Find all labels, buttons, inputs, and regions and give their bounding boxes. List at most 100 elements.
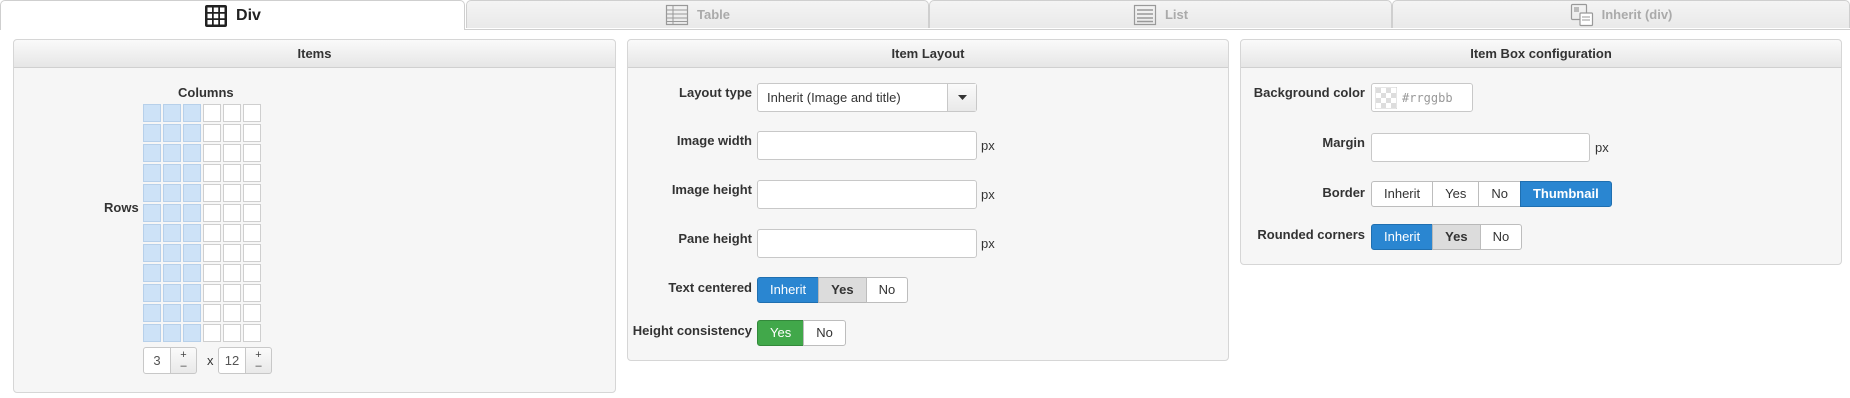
grid-cell[interactable] xyxy=(243,184,261,202)
grid-cell[interactable] xyxy=(203,124,221,142)
grid-cell[interactable] xyxy=(143,324,161,342)
rows-decrement-button[interactable]: – xyxy=(255,360,261,372)
grid-cell[interactable] xyxy=(243,164,261,182)
grid-cell[interactable] xyxy=(223,264,241,282)
text-centered-no-button[interactable]: No xyxy=(865,277,909,303)
grid-cell[interactable] xyxy=(203,284,221,302)
text-centered-toggle[interactable]: Inherit Yes No xyxy=(757,277,909,303)
grid-cell[interactable] xyxy=(183,324,201,342)
height-consistency-no-button[interactable]: No xyxy=(803,320,846,346)
border-yes-button[interactable]: Yes xyxy=(1432,181,1480,207)
rows-stepper-buttons[interactable]: + – xyxy=(246,347,272,374)
grid-cell[interactable] xyxy=(163,184,181,202)
grid-cell[interactable] xyxy=(203,304,221,322)
grid-cell[interactable] xyxy=(243,124,261,142)
grid-cell[interactable] xyxy=(203,164,221,182)
columns-stepper-buttons[interactable]: + – xyxy=(171,347,197,374)
grid-cell[interactable] xyxy=(223,304,241,322)
grid-cell[interactable] xyxy=(183,184,201,202)
grid-cell[interactable] xyxy=(163,244,181,262)
grid-cell[interactable] xyxy=(163,204,181,222)
grid-cell[interactable] xyxy=(183,144,201,162)
rows-stepper[interactable]: 12 + – xyxy=(218,347,272,374)
text-centered-inherit-button[interactable]: Inherit xyxy=(757,277,820,303)
height-consistency-toggle[interactable]: Yes No xyxy=(757,320,846,346)
grid-cell[interactable] xyxy=(163,164,181,182)
chevron-down-icon[interactable] xyxy=(947,84,976,111)
columns-increment-button[interactable]: + xyxy=(180,349,186,361)
grid-cell[interactable] xyxy=(143,224,161,242)
grid-cell[interactable] xyxy=(143,204,161,222)
grid-cell[interactable] xyxy=(223,184,241,202)
grid-cell[interactable] xyxy=(223,284,241,302)
grid-cell[interactable] xyxy=(243,244,261,262)
grid-cell[interactable] xyxy=(143,304,161,322)
grid-cell[interactable] xyxy=(203,144,221,162)
grid-cell[interactable] xyxy=(243,144,261,162)
grid-cell[interactable] xyxy=(143,104,161,122)
grid-cell[interactable] xyxy=(203,184,221,202)
grid-cell[interactable] xyxy=(183,204,201,222)
grid-cell[interactable] xyxy=(203,244,221,262)
grid-cell[interactable] xyxy=(203,324,221,342)
grid-cell[interactable] xyxy=(243,304,261,322)
grid-cell[interactable] xyxy=(183,124,201,142)
columns-decrement-button[interactable]: – xyxy=(180,360,186,372)
grid-cell[interactable] xyxy=(163,144,181,162)
grid-cell[interactable] xyxy=(223,104,241,122)
border-inherit-button[interactable]: Inherit xyxy=(1371,181,1434,207)
grid-cell[interactable] xyxy=(163,264,181,282)
grid-cell[interactable] xyxy=(243,224,261,242)
rows-value[interactable]: 12 xyxy=(218,347,246,374)
grid-cell[interactable] xyxy=(163,324,181,342)
border-toggle[interactable]: Inherit Yes No Thumbnail xyxy=(1371,181,1612,207)
grid-size-picker[interactable] xyxy=(143,104,261,342)
grid-cell[interactable] xyxy=(183,164,201,182)
tab-table[interactable]: Table xyxy=(466,0,929,28)
grid-cell[interactable] xyxy=(163,124,181,142)
image-width-input[interactable] xyxy=(757,131,977,160)
grid-cell[interactable] xyxy=(183,104,201,122)
grid-cell[interactable] xyxy=(203,204,221,222)
grid-cell[interactable] xyxy=(143,144,161,162)
pane-height-input[interactable] xyxy=(757,229,977,258)
grid-cell[interactable] xyxy=(183,244,201,262)
text-centered-yes-button[interactable]: Yes xyxy=(818,277,867,303)
grid-cell[interactable] xyxy=(143,284,161,302)
tab-div[interactable]: Div xyxy=(0,0,465,30)
grid-cell[interactable] xyxy=(183,284,201,302)
grid-cell[interactable] xyxy=(223,124,241,142)
grid-cell[interactable] xyxy=(143,164,161,182)
grid-cell[interactable] xyxy=(143,264,161,282)
grid-cell[interactable] xyxy=(243,284,261,302)
grid-cell[interactable] xyxy=(223,144,241,162)
margin-input[interactable] xyxy=(1371,133,1590,162)
rounded-corners-no-button[interactable]: No xyxy=(1479,224,1523,250)
grid-cell[interactable] xyxy=(243,264,261,282)
columns-value[interactable]: 3 xyxy=(143,347,171,374)
grid-cell[interactable] xyxy=(203,104,221,122)
grid-cell[interactable] xyxy=(223,324,241,342)
grid-cell[interactable] xyxy=(143,244,161,262)
grid-cell[interactable] xyxy=(163,104,181,122)
columns-stepper[interactable]: 3 + – xyxy=(143,347,197,374)
grid-cell[interactable] xyxy=(183,264,201,282)
grid-cell[interactable] xyxy=(243,104,261,122)
layout-type-select[interactable]: Inherit (Image and title) xyxy=(757,83,977,112)
tab-inherit[interactable]: Inherit (div) xyxy=(1392,0,1850,28)
border-thumbnail-button[interactable]: Thumbnail xyxy=(1519,181,1612,207)
grid-cell[interactable] xyxy=(203,264,221,282)
height-consistency-yes-button[interactable]: Yes xyxy=(757,320,805,346)
grid-cell[interactable] xyxy=(203,224,221,242)
rounded-corners-toggle[interactable]: Inherit Yes No xyxy=(1371,224,1523,250)
rows-increment-button[interactable]: + xyxy=(255,349,261,361)
grid-cell[interactable] xyxy=(143,184,161,202)
tab-list[interactable]: List xyxy=(929,0,1392,28)
border-no-button[interactable]: No xyxy=(1478,181,1521,207)
background-color-input[interactable]: #rrggbb xyxy=(1371,83,1473,112)
grid-cell[interactable] xyxy=(243,204,261,222)
grid-cell[interactable] xyxy=(163,284,181,302)
grid-cell[interactable] xyxy=(183,304,201,322)
rounded-corners-inherit-button[interactable]: Inherit xyxy=(1371,224,1434,250)
grid-cell[interactable] xyxy=(223,204,241,222)
